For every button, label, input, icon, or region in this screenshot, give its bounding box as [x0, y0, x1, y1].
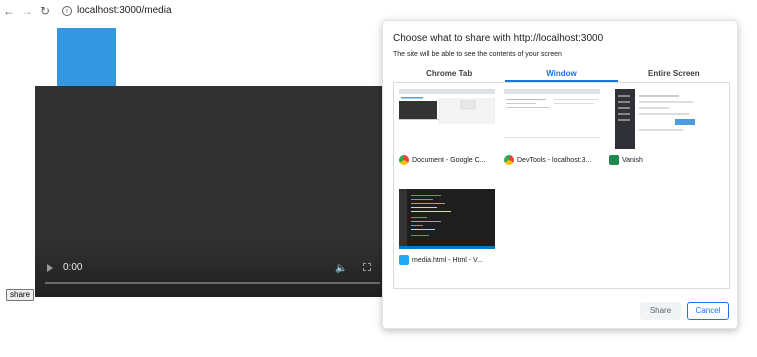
window-list: Document - Google C... DevTools - localh…	[393, 83, 730, 289]
forward-arrow-icon[interactable]: →	[18, 2, 36, 20]
chrome-icon	[504, 155, 514, 165]
share-button[interactable]: share	[6, 289, 35, 301]
window-tile-label: Vanish	[609, 155, 643, 165]
tab-entire-screen[interactable]: Entire Screen	[618, 67, 730, 82]
dialog-title: Choose what to share with http://localho…	[393, 33, 604, 44]
vanish-app-icon	[609, 155, 619, 165]
window-tile-document[interactable]: Document - Google C...	[394, 83, 495, 173]
window-tile-devtools[interactable]: DevTools - localhost:3...	[499, 83, 600, 173]
window-tile-vanish[interactable]: Vanish	[604, 83, 704, 173]
share-dialog-share-button[interactable]: Share	[640, 302, 681, 320]
browser-viewport: ← → ↻ i localhost:3000/media 0:00 🔈 shar…	[0, 0, 757, 357]
window-thumbnail	[399, 189, 495, 249]
window-tile-vscode[interactable]: media.html - Html - V...	[394, 183, 495, 273]
chrome-icon	[399, 155, 409, 165]
blue-box	[57, 28, 116, 86]
omnibox[interactable]: i localhost:3000/media	[62, 5, 172, 16]
tab-chrome-tab[interactable]: Chrome Tab	[393, 67, 505, 82]
vscode-icon	[399, 255, 409, 265]
window-thumbnail	[399, 89, 495, 149]
share-tabs: Chrome Tab Window Entire Screen	[393, 67, 730, 83]
window-tile-label: media.html - Html - V...	[399, 255, 483, 265]
share-dialog-cancel-button[interactable]: Cancel	[687, 302, 729, 320]
window-thumbnail	[615, 89, 699, 149]
info-icon[interactable]: i	[62, 5, 72, 16]
window-tile-label: Document - Google C...	[399, 155, 486, 165]
reload-icon[interactable]: ↻	[36, 2, 54, 20]
video-player[interactable]: 0:00 🔈	[35, 86, 390, 297]
url-text: localhost:3000/media	[77, 5, 172, 16]
video-timeline[interactable]	[45, 282, 380, 284]
back-arrow-icon[interactable]: ←	[0, 2, 18, 20]
fullscreen-icon[interactable]	[363, 263, 371, 271]
volume-icon[interactable]: 🔈	[335, 263, 347, 274]
dialog-subtitle: The site will be able to see the content…	[393, 51, 562, 58]
window-thumbnail	[504, 89, 600, 149]
address-bar: ← → ↻ i localhost:3000/media	[0, 0, 757, 21]
tab-window[interactable]: Window	[505, 67, 618, 82]
screen-share-dialog: Choose what to share with http://localho…	[382, 20, 738, 329]
window-tile-label: DevTools - localhost:3...	[504, 155, 591, 165]
video-time: 0:00	[63, 262, 83, 273]
play-icon[interactable]	[47, 264, 53, 272]
